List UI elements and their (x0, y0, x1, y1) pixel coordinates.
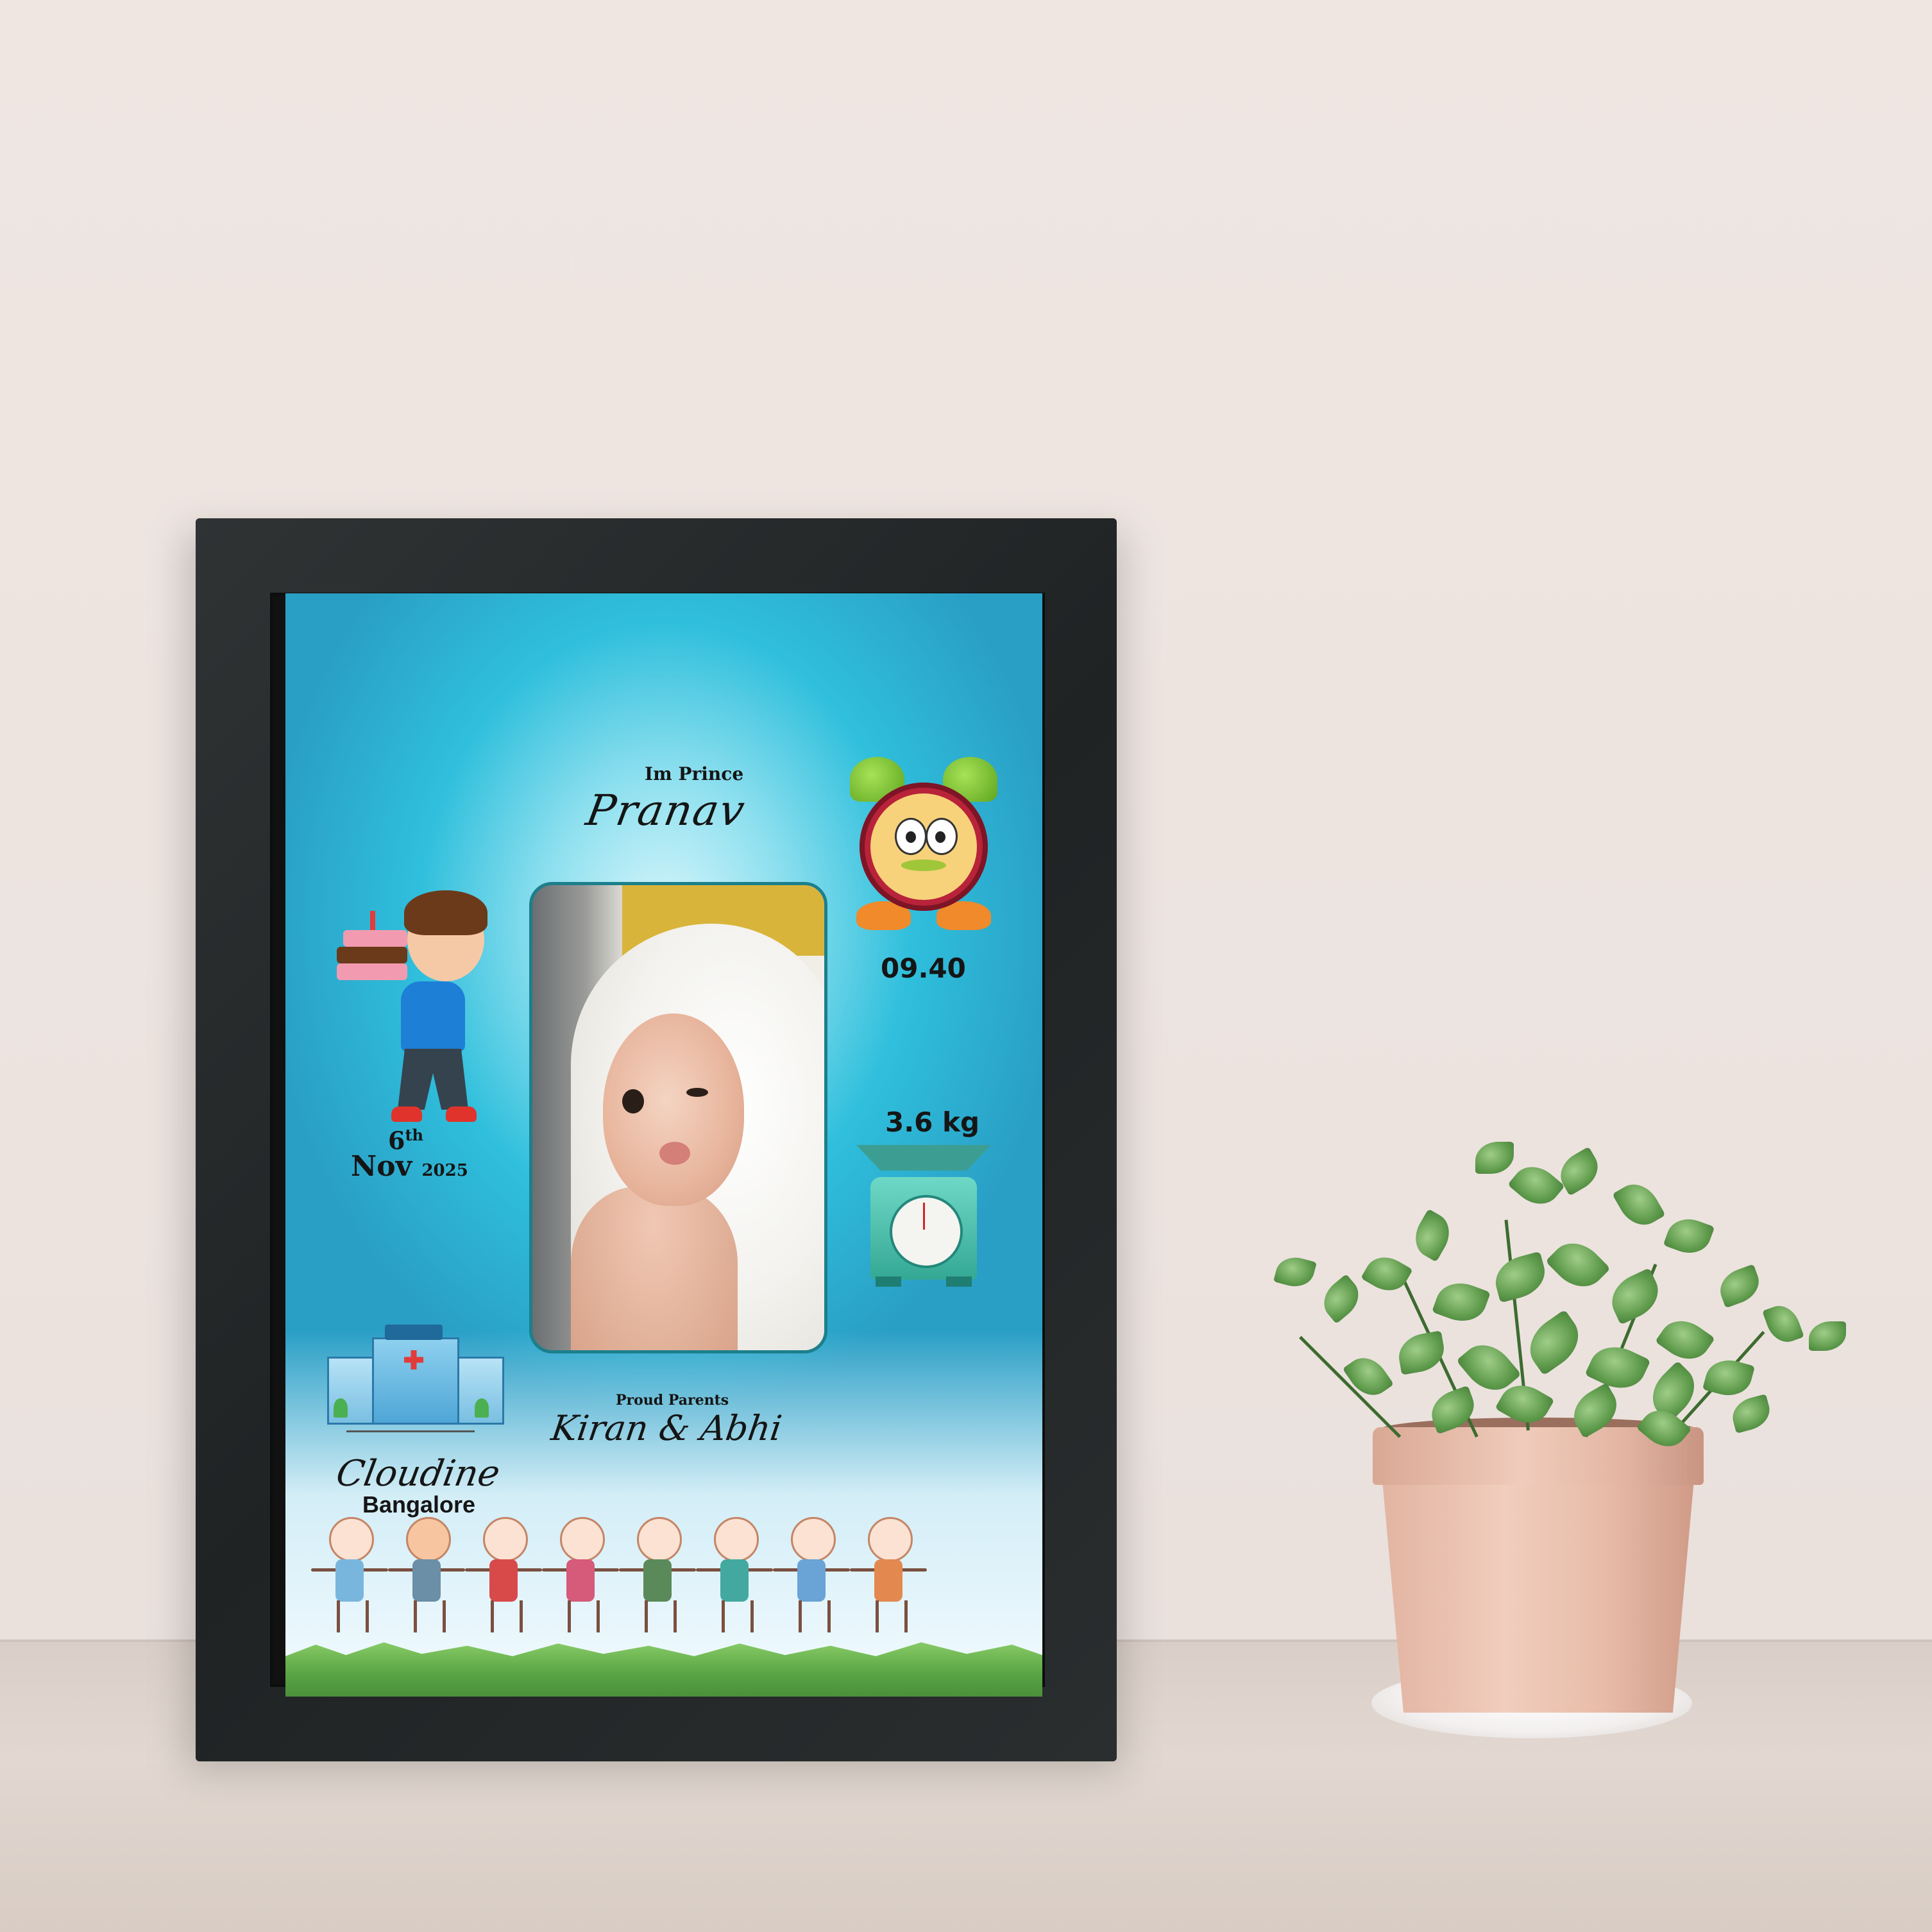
hospital-sign (385, 1325, 443, 1340)
kid-figure (542, 1517, 619, 1639)
baby-mouth (659, 1142, 690, 1165)
boy-with-cake-icon (337, 885, 497, 1129)
clock-mustache (901, 860, 946, 871)
scale-foot-left (876, 1276, 901, 1287)
birth-time: 09.40 (881, 953, 966, 984)
parents-names: Kiran & Abhi (548, 1408, 784, 1448)
scale-needle (923, 1203, 925, 1230)
boy-shoe-left (391, 1106, 422, 1122)
alarm-clock-icon (850, 757, 997, 936)
hospital-ground-line (346, 1430, 475, 1432)
clock-eye-right (926, 818, 958, 855)
baby-photo (529, 882, 827, 1353)
scale-foot-right (946, 1276, 972, 1287)
kid-figure (850, 1517, 927, 1639)
tree-icon (334, 1398, 348, 1418)
tree-icon (475, 1398, 489, 1418)
clock-eye-left (895, 818, 927, 855)
cake-middle-layer (337, 947, 407, 963)
parents-label: Proud Parents (616, 1392, 729, 1409)
baby-name: Pranav (582, 786, 750, 835)
kid-figure (311, 1517, 388, 1639)
candle-icon (370, 911, 375, 930)
boy-pants (398, 1049, 468, 1110)
baby-face (603, 1013, 744, 1206)
kid-figure (696, 1517, 773, 1639)
birth-month-year: Nov 2025 (351, 1150, 468, 1183)
hospital-name: Cloudine (333, 1453, 504, 1495)
baby-eye-left (622, 1089, 644, 1114)
kid-figure (388, 1517, 465, 1639)
boy-hair (404, 890, 487, 935)
baby-body (571, 1187, 738, 1350)
baby-eye-right (686, 1088, 708, 1097)
kids-illustration (311, 1517, 1010, 1645)
cake-top-layer (343, 930, 407, 947)
boy-shoe-right (446, 1106, 477, 1122)
city-name: Bangalore (362, 1491, 476, 1518)
boy-shirt (401, 981, 465, 1052)
weighing-scale-icon (856, 1145, 991, 1299)
hospital-icon (321, 1312, 507, 1434)
birth-poster: Im Prince Pranav 6th Nov 2025 09.40 3.6 … (285, 593, 1042, 1697)
scale-pan (856, 1145, 991, 1171)
scale-dial (890, 1195, 963, 1268)
cake-bottom-layer (337, 963, 407, 980)
kid-figure (773, 1517, 850, 1639)
birth-weight: 3.6 kg (885, 1106, 980, 1138)
kid-figure (619, 1517, 696, 1639)
kid-figure (465, 1517, 542, 1639)
greeting-text: Im Prince (645, 763, 744, 784)
